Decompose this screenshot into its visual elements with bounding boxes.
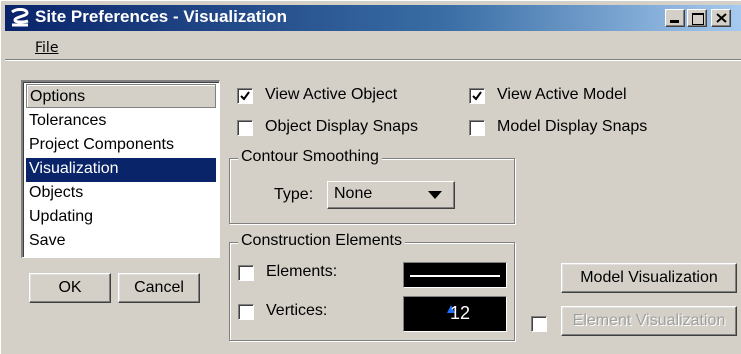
vertices-symbol-button[interactable]: 12 bbox=[403, 296, 507, 332]
minimize-button[interactable] bbox=[665, 9, 685, 27]
view-active-model-checkbox[interactable] bbox=[469, 88, 485, 104]
construction-elements-label: Construction Elements bbox=[238, 232, 405, 250]
site-preferences-window: Site Preferences - Visualization File Op… bbox=[0, 0, 741, 354]
ok-button[interactable]: OK bbox=[29, 273, 111, 303]
options-list-header[interactable]: Options bbox=[26, 84, 216, 108]
line-preview bbox=[410, 275, 500, 277]
menu-separator bbox=[5, 59, 741, 61]
menu-file-label: File bbox=[35, 40, 59, 56]
elements-line-style-button[interactable] bbox=[403, 262, 507, 288]
element-visualization-checkbox[interactable] bbox=[531, 316, 547, 332]
contour-smoothing-label: Contour Smoothing bbox=[238, 148, 382, 166]
element-visualization-button[interactable]: Element Visualization bbox=[561, 306, 737, 336]
construction-elements-group: Construction Elements Elements: Vertices… bbox=[229, 232, 515, 341]
vertices-label: Vertices: bbox=[266, 302, 328, 319]
maximize-button[interactable] bbox=[687, 9, 707, 27]
list-item-visualization[interactable]: Visualization bbox=[26, 158, 216, 182]
list-item-project-components[interactable]: Project Components bbox=[26, 134, 216, 158]
vertex-size-value: 12 bbox=[449, 303, 470, 323]
close-icon bbox=[716, 13, 727, 23]
type-label: Type: bbox=[274, 186, 314, 203]
smoothing-type-value: None bbox=[334, 185, 373, 202]
model-display-snaps-checkbox[interactable] bbox=[469, 120, 485, 136]
checkmark-icon bbox=[240, 91, 250, 101]
contour-smoothing-group: Contour Smoothing Type: None bbox=[229, 148, 515, 224]
title-bar[interactable]: Site Preferences - Visualization bbox=[5, 5, 741, 31]
app-logo-icon bbox=[11, 8, 29, 27]
list-item-updating[interactable]: Updating bbox=[26, 206, 216, 230]
view-active-model-label: View Active Model bbox=[497, 86, 627, 103]
model-visualization-button[interactable]: Model Visualization bbox=[561, 263, 737, 293]
list-item-save[interactable]: Save bbox=[26, 230, 216, 254]
chevron-down-icon bbox=[428, 191, 442, 199]
view-active-object-checkbox[interactable] bbox=[237, 88, 253, 104]
smoothing-type-dropdown[interactable]: None bbox=[327, 181, 455, 209]
checkmark-icon bbox=[472, 91, 482, 101]
cancel-button[interactable]: Cancel bbox=[118, 273, 200, 303]
close-button[interactable] bbox=[711, 9, 731, 27]
window-title: Site Preferences - Visualization bbox=[35, 7, 287, 26]
menu-file[interactable]: File bbox=[35, 40, 58, 56]
elements-checkbox[interactable] bbox=[238, 265, 254, 281]
list-item-objects[interactable]: Objects bbox=[26, 182, 216, 206]
elements-label: Elements: bbox=[266, 263, 338, 280]
options-list[interactable]: Options Tolerances Project Components Vi… bbox=[21, 80, 220, 258]
vertices-checkbox[interactable] bbox=[238, 304, 254, 320]
list-item-tolerances[interactable]: Tolerances bbox=[26, 110, 216, 134]
model-display-snaps-label: Model Display Snaps bbox=[497, 118, 648, 135]
menu-bar: File bbox=[5, 33, 741, 61]
view-active-object-label: View Active Object bbox=[265, 86, 398, 103]
object-display-snaps-checkbox[interactable] bbox=[237, 120, 253, 136]
object-display-snaps-label: Object Display Snaps bbox=[265, 118, 418, 135]
